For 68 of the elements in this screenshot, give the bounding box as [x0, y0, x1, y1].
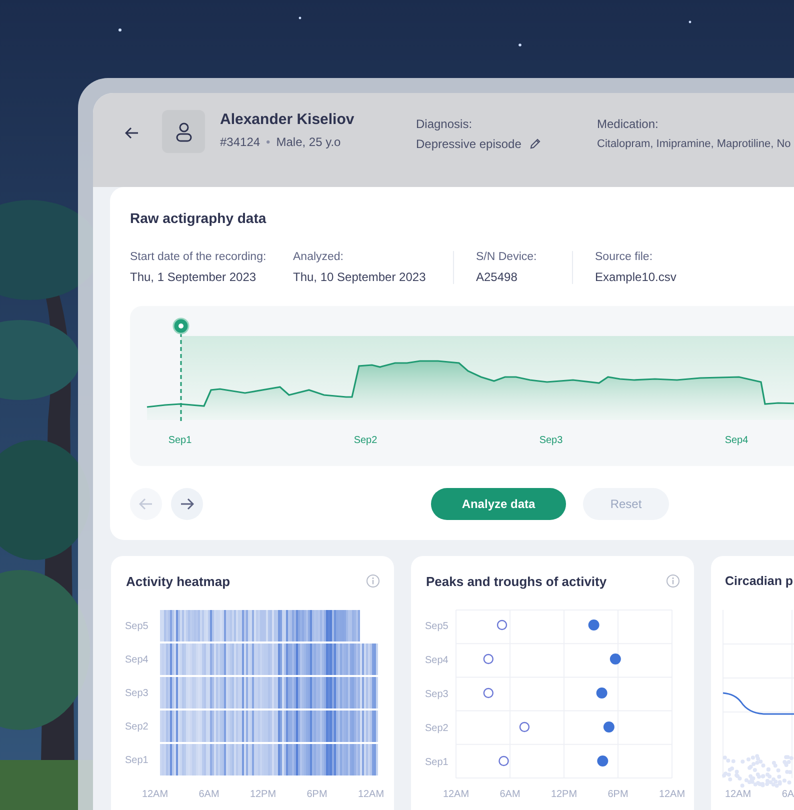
axis-label: Sep3 [539, 435, 563, 446]
back-button[interactable] [123, 125, 141, 141]
pencil-icon[interactable] [529, 138, 542, 150]
hollow-point [496, 620, 508, 630]
card-title: Raw actigraphy data [130, 209, 268, 227]
info-icon[interactable] [366, 574, 380, 588]
axis-label: Sep1 [125, 755, 148, 766]
pin-marker[interactable] [172, 318, 190, 422]
meta-label: Start date of the recording: [130, 250, 268, 265]
axis-label: Sep2 [354, 435, 378, 446]
meta-value: Thu, 10 September 2023 [293, 269, 427, 285]
axis-label: 12PM [550, 789, 578, 800]
meta-label: Source file: [595, 250, 654, 265]
axis-label: Sep4 [425, 655, 448, 666]
axis-label: Sep1 [168, 435, 192, 446]
axis-label: Sep5 [425, 621, 448, 632]
patient-details: Male, 25 y.o [276, 134, 341, 150]
filled-point [596, 688, 608, 698]
meta-label: S/N Device: [476, 250, 538, 265]
meta-value: A25498 [476, 269, 518, 285]
filled-point [603, 722, 614, 732]
axis-label: 12AM [142, 789, 168, 800]
diagnosis-label: Diagnosis: [416, 116, 474, 132]
axis-label: Sep4 [125, 654, 148, 666]
back-arrow-icon [125, 127, 139, 139]
left-arrow-icon [139, 498, 153, 510]
patient-name: Alexander Kiseliov [220, 110, 356, 130]
axis-label: 6AM [500, 789, 520, 800]
card-title: Activity heatmap [126, 574, 230, 588]
meta-value: Thu, 1 September 2023 [130, 269, 258, 285]
axis-label: Sep4 [724, 435, 748, 446]
hollow-point [483, 688, 494, 698]
filled-point [588, 620, 600, 630]
meta-value: Example10.csv [595, 269, 678, 285]
reset-button[interactable]: Reset [583, 488, 669, 520]
axis-label: Sep1 [425, 757, 448, 768]
axis-label: Sep5 [125, 621, 148, 632]
filled-point [597, 756, 608, 766]
axis-label: 12AM [358, 789, 384, 800]
card-title: Peaks and troughs of activity [426, 574, 607, 588]
hollow-point [498, 756, 509, 766]
axis-label: 6AM [198, 789, 220, 800]
axis-label: Sep2 [125, 722, 148, 732]
filled-point [610, 654, 621, 664]
next-button[interactable] [171, 488, 203, 520]
axis-label: 6PM [306, 789, 328, 800]
axis-label: 6PM [608, 789, 628, 800]
axis-label: 12AM [658, 789, 686, 800]
meta-label: Analyzed: [293, 250, 345, 265]
axis-label: 12PM [250, 789, 276, 800]
axis-label: 12AM [724, 789, 752, 800]
hollow-point [483, 654, 494, 664]
axis-label: 6A [782, 789, 794, 800]
info-icon[interactable] [666, 574, 680, 588]
person-icon [174, 122, 192, 142]
card-title: Circadian p [725, 574, 794, 588]
hollow-point [519, 722, 530, 732]
medication-value: Citalopram, Imipramine, Maprotiline, No [597, 137, 791, 152]
axis-label: Sep3 [425, 689, 448, 700]
separator: • [266, 134, 270, 150]
right-arrow-icon [180, 498, 194, 510]
analyze-button[interactable]: Analyze data [431, 488, 566, 520]
medication-label: Medication: [597, 116, 660, 132]
axis-label: 12AM [442, 789, 470, 800]
axis-label: Sep2 [425, 723, 448, 734]
axis-label: Sep3 [125, 688, 148, 699]
patient-id: #34124 [220, 134, 260, 150]
diagnosis-value: Depressive episode [416, 136, 522, 152]
